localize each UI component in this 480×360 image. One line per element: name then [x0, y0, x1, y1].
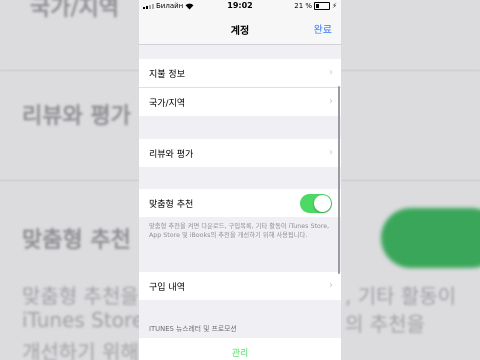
backdrop-text: 리뷰와 평가 [22, 104, 131, 129]
done-button[interactable]: 완료 [314, 21, 332, 36]
row-label: 리뷰와 평가 [149, 150, 194, 160]
navigation-bar: 계정 완료 [139, 14, 341, 45]
backdrop-text: 맞춤형 추천 [22, 228, 131, 253]
row-label: 지불 정보 [149, 70, 185, 80]
backdrop-toggle [381, 208, 480, 268]
backdrop-text: 맞춤형 추천을 [22, 284, 139, 308]
row-payment-info[interactable]: 지불 정보 › [139, 59, 341, 88]
settings-group-personalized: 맞춤형 추천 [139, 189, 341, 217]
battery-icon [314, 2, 331, 10]
chevron-right-icon: › [329, 67, 333, 78]
settings-group-reviews: 리뷰와 평가 › [139, 139, 341, 167]
personalized-toggle[interactable] [300, 194, 332, 213]
manage-button[interactable]: 관리 [139, 346, 341, 359]
chevron-right-icon: › [329, 147, 333, 158]
row-label: 맞춤형 추천 [149, 200, 194, 210]
row-personalized-recommendations: 맞춤형 추천 [139, 189, 341, 217]
settings-group-purchases: 구입 내역 › [139, 272, 341, 300]
row-label: 구입 내역 [149, 283, 185, 293]
chevron-right-icon: › [329, 96, 333, 107]
backdrop-divider [341, 70, 480, 71]
charging-icon: ⚡ [332, 2, 337, 10]
backdrop-text: iTunes Store [22, 308, 139, 332]
battery-percent: 21 % [294, 2, 313, 10]
backdrop-right: , 기타 활동이 의 추천을 [341, 0, 480, 360]
backdrop-divider [341, 180, 480, 181]
page-title: 계정 [230, 26, 250, 37]
scrollbar[interactable] [338, 86, 340, 274]
backdrop-text: , 기타 활동이 [345, 284, 457, 308]
row-ratings-reviews[interactable]: 리뷰와 평가 › [139, 139, 341, 167]
toggle-knob [314, 195, 331, 212]
battery-info: 21 % ⚡ [294, 2, 337, 10]
settings-group-info: 지불 정보 › 국가/지역 › [139, 59, 341, 116]
phone-screen: Билайн 19:02 21 % ⚡ 계정 완료 지불 정보 › 국가/지역 … [139, 0, 341, 360]
row-label: 국가/지역 [149, 99, 186, 109]
backdrop-text: 개선하기 위해 [22, 340, 139, 360]
personalized-description: 맞춤형 추천을 켜면 다운로드, 구입목록, 기타 활동이 iTunes Sto… [149, 223, 330, 239]
status-bar: Билайн 19:02 21 % ⚡ [139, 0, 341, 14]
backdrop-left: 국가/지역 리뷰와 평가 맞춤형 추천 맞춤형 추천을 iTunes Store… [0, 0, 139, 360]
settings-group-newsletter: 관리 [139, 338, 341, 360]
backdrop-text: 국가/지역 [30, 0, 119, 21]
row-country-region[interactable]: 국가/지역 › [139, 88, 341, 116]
chevron-right-icon: › [329, 280, 333, 291]
row-purchase-history[interactable]: 구입 내역 › [139, 272, 341, 300]
backdrop-text: 의 추천을 [345, 312, 425, 336]
newsletter-section-header: ITUNES 뉴스레터 및 프로모션 [149, 325, 237, 333]
backdrop-divider [0, 180, 139, 181]
backdrop-divider [0, 70, 139, 71]
